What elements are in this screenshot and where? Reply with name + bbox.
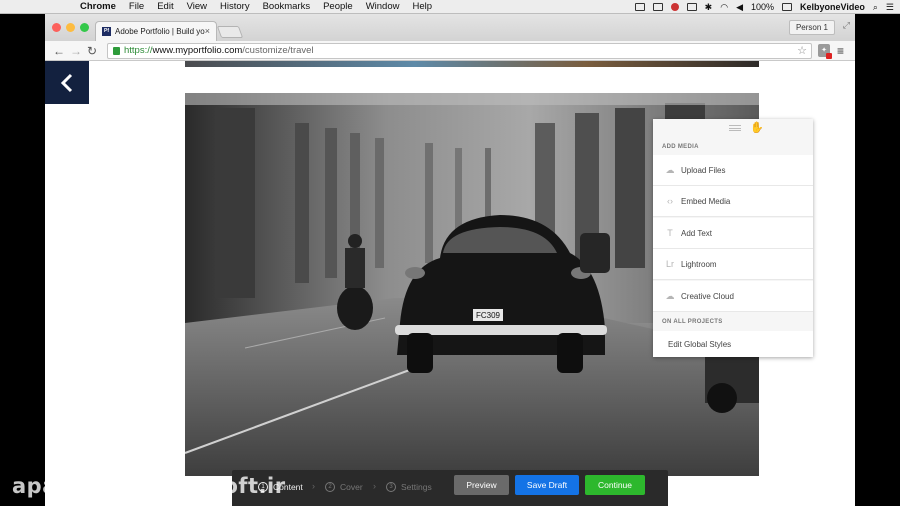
- upload-files-button[interactable]: ☁ Upload Files: [653, 155, 813, 186]
- menu-help[interactable]: Help: [412, 1, 432, 12]
- browser-window: Pf Adobe Portfolio | Build yo × Person 1…: [45, 14, 855, 506]
- forward-arrow-icon[interactable]: →: [70, 43, 82, 59]
- previous-image-strip: [185, 61, 759, 67]
- menu-file[interactable]: File: [129, 1, 144, 12]
- step-settings[interactable]: 3 Settings: [386, 482, 432, 492]
- continue-button[interactable]: Continue: [585, 475, 645, 495]
- editor-bottom-bar: 1 Content › 2 Cover › 3 Settings Preview…: [232, 470, 668, 506]
- close-tab-icon[interactable]: ×: [205, 26, 210, 36]
- save-draft-button[interactable]: Save Draft: [515, 475, 579, 495]
- menu-window[interactable]: Window: [366, 1, 400, 12]
- on-all-projects-heading: ON ALL PROJECTS: [662, 319, 723, 325]
- lightroom-icon: Lr: [665, 259, 674, 269]
- tab-adobe-portfolio[interactable]: Pf Adobe Portfolio | Build yo ×: [95, 21, 217, 41]
- volume-icon[interactable]: ◀: [736, 2, 743, 13]
- record-status-icon[interactable]: [670, 3, 679, 11]
- preview-button[interactable]: Preview: [454, 475, 509, 495]
- fullscreen-icon[interactable]: ⤢: [843, 20, 850, 31]
- extension-badge: [826, 53, 832, 59]
- menu-bookmarks[interactable]: Bookmarks: [263, 1, 311, 12]
- bookmark-star-icon[interactable]: ☆: [797, 44, 807, 58]
- embed-media-label: Embed Media: [681, 196, 731, 206]
- tab-title: Adobe Portfolio | Build yo: [115, 27, 205, 36]
- creative-cloud-label: Creative Cloud: [681, 291, 734, 301]
- chevron-right-icon: ›: [373, 481, 376, 491]
- battery-icon[interactable]: [782, 3, 793, 11]
- url-scheme: https://: [124, 45, 153, 56]
- display-status-icon[interactable]: [686, 3, 697, 11]
- step-number: 3: [386, 482, 396, 492]
- menu-app-name[interactable]: Chrome: [80, 1, 116, 12]
- text-icon: T: [667, 228, 673, 238]
- menu-view[interactable]: View: [187, 1, 207, 12]
- screen: Chrome File Edit View History Bookmarks …: [0, 0, 900, 506]
- chevron-left-icon: [60, 73, 73, 92]
- back-arrow-icon[interactable]: ←: [53, 43, 65, 59]
- battery-percent: 100%: [750, 2, 775, 12]
- page-content: FC309 ✋ ADD MEDIA ☁ Upload Files ‹› Embe…: [45, 61, 855, 506]
- extension-icon[interactable]: ✦: [818, 44, 832, 59]
- menu-people[interactable]: People: [323, 1, 353, 12]
- menu-history[interactable]: History: [220, 1, 250, 12]
- add-media-heading: ADD MEDIA: [662, 144, 699, 150]
- bluetooth-icon[interactable]: ✱: [705, 2, 713, 13]
- hand-cursor-icon: ✋: [750, 122, 764, 134]
- lightroom-button[interactable]: Lr Lightroom: [653, 249, 813, 280]
- menu-edit[interactable]: Edit: [157, 1, 173, 12]
- add-text-label: Add Text: [681, 228, 712, 238]
- watermark: aparat.com/farnsoft.ir: [12, 474, 286, 498]
- add-media-panel: ✋ ADD MEDIA ☁ Upload Files ‹› Embed Medi…: [653, 119, 813, 357]
- back-button[interactable]: [45, 61, 89, 104]
- window-controls: [52, 23, 89, 32]
- minimize-window-icon[interactable]: [66, 23, 75, 32]
- drag-handle-icon[interactable]: [729, 125, 741, 131]
- spotlight-search-icon[interactable]: ⌕: [873, 2, 878, 13]
- step-label: Cover: [340, 482, 363, 492]
- creative-cloud-icon: ☁: [665, 290, 675, 301]
- profile-button[interactable]: Person 1: [788, 20, 835, 35]
- embed-media-button[interactable]: ‹› Embed Media: [653, 186, 813, 217]
- new-tab-button[interactable]: [216, 26, 244, 38]
- status-area: ✱ ◠ ◀ 100% KelbyoneVideo ⌕ ☰: [634, 0, 894, 14]
- chevron-right-icon: ›: [312, 481, 315, 491]
- tab-strip: Pf Adobe Portfolio | Build yo × Person 1…: [45, 14, 855, 41]
- zoom-window-icon[interactable]: [80, 23, 89, 32]
- screen-status-icon[interactable]: [652, 3, 663, 11]
- lock-icon: [113, 47, 120, 55]
- browser-toolbar: ← → ↻ https://www.myportfolio.com/custom…: [45, 41, 855, 61]
- url-host: www.myportfolio.com: [152, 45, 243, 56]
- cloud-upload-icon: ☁: [665, 164, 675, 175]
- wifi-icon[interactable]: ◠: [720, 2, 728, 13]
- chrome-menu-icon[interactable]: ≡: [837, 44, 844, 58]
- reload-icon[interactable]: ↻: [87, 43, 97, 59]
- add-text-button[interactable]: T Add Text: [653, 218, 813, 249]
- code-brackets-icon: ‹›: [667, 196, 673, 206]
- address-bar[interactable]: https://www.myportfolio.com/customize/tr…: [107, 43, 812, 59]
- notification-center-icon[interactable]: ☰: [886, 2, 894, 13]
- mac-menu-bar: Chrome File Edit View History Bookmarks …: [0, 0, 900, 14]
- step-cover[interactable]: 2 Cover: [325, 482, 363, 492]
- license-plate: FC309: [476, 311, 501, 320]
- lightroom-label: Lightroom: [681, 259, 717, 269]
- close-window-icon[interactable]: [52, 23, 61, 32]
- upload-files-label: Upload Files: [681, 165, 726, 175]
- camera-status-icon[interactable]: [634, 3, 645, 11]
- step-label: Settings: [401, 482, 432, 492]
- creative-cloud-button[interactable]: ☁ Creative Cloud: [653, 281, 813, 312]
- edit-global-styles-button[interactable]: Edit Global Styles: [653, 331, 813, 357]
- url-path: /customize/travel: [242, 45, 314, 56]
- portfolio-favicon-icon: Pf: [102, 27, 111, 36]
- menu-user-name[interactable]: KelbyoneVideo: [800, 2, 865, 12]
- step-number: 2: [325, 482, 335, 492]
